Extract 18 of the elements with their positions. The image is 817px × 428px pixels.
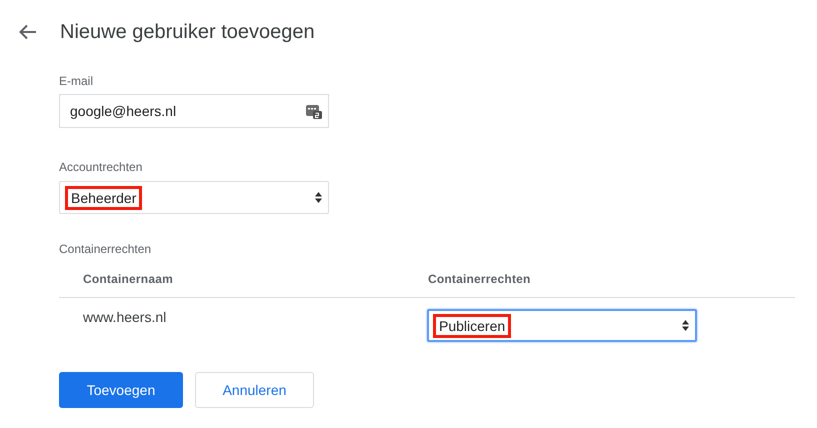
add-button[interactable]: Toevoegen <box>59 372 183 408</box>
email-field[interactable]: google@heers.nl <box>59 94 329 128</box>
cancel-button[interactable]: Annuleren <box>195 372 314 408</box>
updown-icon <box>682 320 689 331</box>
select-value: Publiceren <box>433 314 512 338</box>
select-value: Beheerder <box>65 186 142 210</box>
back-arrow-icon[interactable] <box>18 24 38 40</box>
field-label: E-mail <box>59 74 94 88</box>
column-header: Containerrechten <box>427 272 532 286</box>
column-header: Containernaam <box>82 272 174 286</box>
container-name: www.heers.nl <box>82 309 168 327</box>
updown-icon <box>315 192 322 203</box>
section-label: Containerrechten <box>59 242 152 256</box>
select-field[interactable]: Beheerder <box>59 181 329 214</box>
page-title: Nieuwe gebruiker toevoegen <box>60 20 315 44</box>
select-field[interactable]: Publiceren <box>427 309 697 342</box>
field-label: Accountrechten <box>59 160 144 174</box>
keyboard-badge-icon <box>306 103 322 119</box>
